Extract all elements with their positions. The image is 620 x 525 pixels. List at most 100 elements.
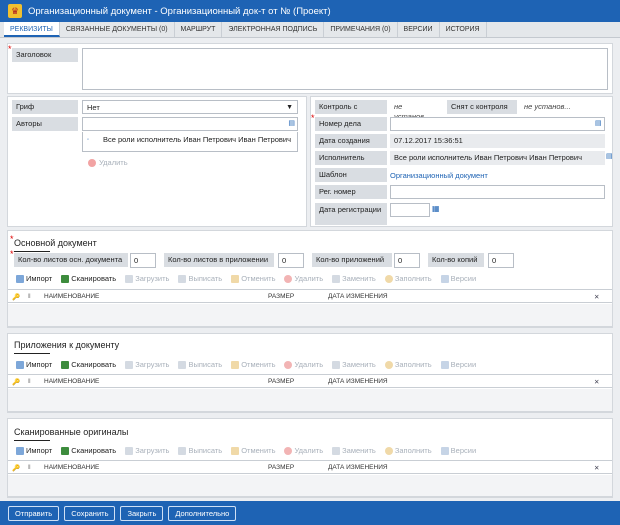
fill-button[interactable]: Заполнить	[384, 274, 432, 283]
cancel-label: Отменить	[241, 274, 276, 283]
tab-e-signature[interactable]: Электронная подпись	[222, 22, 325, 37]
attachment-icon: ‖	[28, 464, 31, 471]
delete-label: Удалить	[294, 360, 324, 369]
settings-tools-icon[interactable]: ✕	[594, 293, 599, 301]
upload-button[interactable]: Загрузить	[125, 274, 169, 283]
cancel-checkout-button[interactable]: Отменить	[231, 360, 275, 369]
title-textarea[interactable]	[82, 48, 608, 90]
row-select-icon[interactable]: ◦	[87, 135, 89, 145]
main-doc-grid-header: 🔑 ‖ НАИМЕНОВАНИЕ РАЗМЕР ДАТА ИЗМЕНЕНИЯ ✕	[8, 289, 612, 303]
calendar-icon[interactable]: ▦	[432, 204, 440, 213]
tab-route[interactable]: Маршрут	[175, 22, 223, 37]
col-date[interactable]: ДАТА ИЗМЕНЕНИЯ	[328, 464, 388, 471]
executor-lookup-icon[interactable]: ▤	[606, 152, 613, 160]
tab-bar: Реквизиты Связанные документы (0) Маршру…	[0, 22, 620, 38]
replace-button[interactable]: Заменить	[332, 274, 376, 283]
settings-tools-icon[interactable]: ✕	[594, 464, 599, 472]
template-link[interactable]: Организационный документ	[390, 171, 488, 180]
sheets-main-label: Кол-во листов осн. документа	[10, 249, 128, 267]
col-date[interactable]: ДАТА ИЗМЕНЕНИЯ	[328, 293, 388, 300]
col-name[interactable]: НАИМЕНОВАНИЕ	[44, 293, 99, 300]
replace-button[interactable]: Заменить	[332, 360, 376, 369]
key-icon: 🔑	[12, 465, 21, 472]
delete-file-button[interactable]: Удалить	[284, 274, 323, 283]
removed-control-date[interactable]: не установ...	[520, 100, 576, 114]
checkout-icon	[178, 446, 187, 455]
scan-button[interactable]: Сканировать	[61, 274, 116, 283]
import-button[interactable]: Импорт	[16, 446, 52, 455]
sheets-app-input[interactable]: 0	[278, 253, 304, 268]
delete-icon	[284, 446, 293, 455]
authors-input[interactable]: ▤	[82, 117, 298, 131]
checkout-button[interactable]: Выписать	[178, 274, 222, 283]
cancel-checkout-button[interactable]: Отменить	[231, 274, 275, 283]
delete-icon	[88, 158, 96, 167]
versions-button[interactable]: Версии	[440, 274, 476, 283]
scanned-grid-body	[8, 475, 612, 497]
scanner-icon	[61, 360, 70, 369]
title-bar: ♛ Организационный документ - Организацио…	[0, 0, 620, 22]
scan-button[interactable]: Сканировать	[61, 360, 116, 369]
col-size[interactable]: РАЗМЕР	[268, 293, 294, 300]
save-button[interactable]: Сохранить	[64, 505, 116, 521]
scanner-icon	[61, 274, 70, 283]
cancel-checkout-button[interactable]: Отменить	[231, 446, 275, 455]
control-date[interactable]: не установ...	[390, 100, 444, 121]
grif-select[interactable]: Нет ▼	[82, 100, 298, 114]
delete-file-button[interactable]: Удалить	[284, 360, 323, 369]
lookup-icon[interactable]: ▤	[288, 119, 295, 129]
dropdown-arrow-icon[interactable]: ▼	[286, 103, 293, 113]
copies-count-input[interactable]: 0	[488, 253, 514, 268]
import-label: Импорт	[26, 274, 53, 283]
tab-requisites[interactable]: Реквизиты	[4, 22, 60, 37]
title-label: Заголовок	[8, 44, 78, 62]
upload-label: Загрузить	[135, 446, 170, 455]
apps-count-input[interactable]: 0	[394, 253, 420, 268]
send-button[interactable]: Отправить	[8, 505, 60, 521]
tab-notes[interactable]: Примечания (0)	[324, 22, 398, 37]
col-name[interactable]: НАИМЕНОВАНИЕ	[44, 464, 99, 471]
upload-button[interactable]: Загрузить	[125, 446, 169, 455]
col-name[interactable]: НАИМЕНОВАНИЕ	[44, 378, 99, 385]
tab-history[interactable]: История	[440, 22, 487, 37]
fill-icon	[384, 274, 393, 283]
checkout-label: Выписать	[188, 446, 223, 455]
scanned-originals-title: Сканированные оригиналы	[14, 427, 129, 441]
versions-button[interactable]: Версии	[440, 446, 476, 455]
col-size[interactable]: РАЗМЕР	[268, 378, 294, 385]
fill-button[interactable]: Заполнить	[384, 446, 432, 455]
versions-button[interactable]: Версии	[440, 360, 477, 369]
sheets-app-label: Кол-во листов в приложении	[164, 253, 274, 267]
close-button[interactable]: Закрыть	[120, 505, 164, 521]
tab-related-docs[interactable]: Связанные документы (0)	[60, 22, 175, 37]
versions-label: Версии	[450, 360, 477, 369]
col-date[interactable]: ДАТА ИЗМЕНЕНИЯ	[328, 378, 388, 385]
more-button[interactable]: Дополнительно	[168, 505, 237, 521]
fill-button[interactable]: Заполнить	[384, 360, 432, 369]
versions-icon	[440, 274, 449, 283]
reg-date-input[interactable]	[390, 203, 430, 217]
import-icon	[16, 446, 24, 455]
replace-button[interactable]: Заменить	[332, 446, 376, 455]
case-lookup-icon[interactable]: ▤	[595, 119, 602, 127]
case-number-input[interactable]	[390, 117, 605, 131]
delete-label: Удалить	[294, 274, 324, 283]
checkout-button[interactable]: Выписать	[178, 446, 222, 455]
reg-number-input[interactable]	[390, 185, 605, 199]
copies-count-label: Кол-во копий	[428, 253, 484, 267]
scan-button[interactable]: Сканировать	[61, 446, 116, 455]
upload-button[interactable]: Загрузить	[125, 360, 169, 369]
sheets-main-input[interactable]: 0	[130, 253, 156, 268]
tab-versions[interactable]: Версии	[398, 22, 440, 37]
import-button[interactable]: Импорт	[16, 274, 52, 283]
col-size[interactable]: РАЗМЕР	[268, 464, 294, 471]
upload-icon	[125, 360, 134, 369]
import-button[interactable]: Импорт	[16, 360, 52, 369]
settings-tools-icon[interactable]: ✕	[594, 378, 599, 386]
versions-icon	[440, 446, 449, 455]
checkout-icon	[178, 360, 187, 369]
template-label: Шаблон	[315, 168, 387, 182]
delete-file-button[interactable]: Удалить	[284, 446, 323, 455]
checkout-button[interactable]: Выписать	[178, 360, 222, 369]
delete-author-button[interactable]: Удалить	[88, 158, 128, 167]
